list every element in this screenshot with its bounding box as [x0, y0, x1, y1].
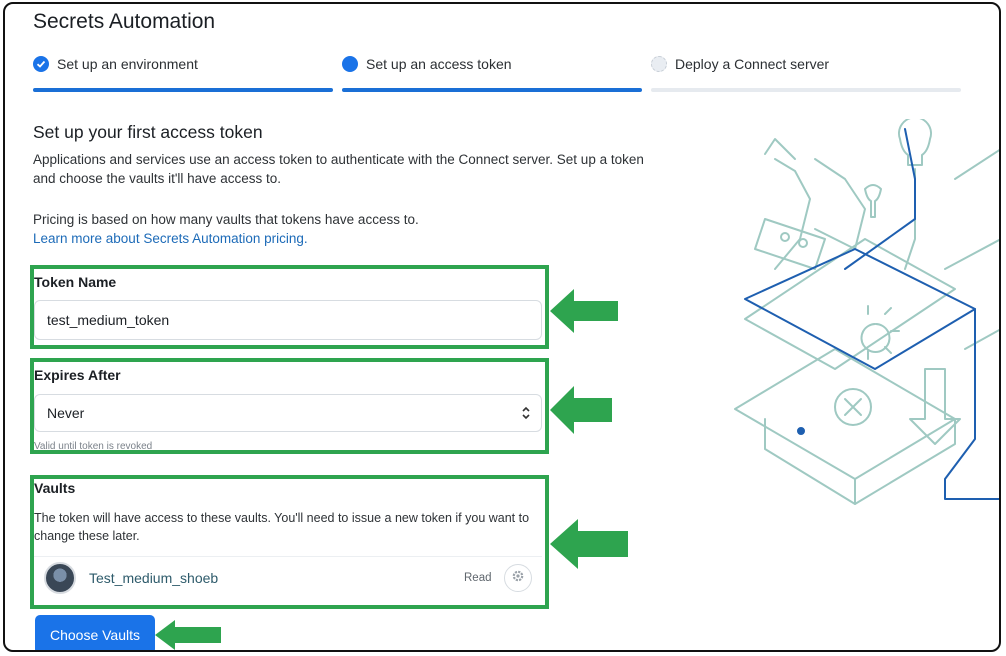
vault-settings-button[interactable]: [504, 564, 532, 592]
pending-step-icon: [651, 56, 667, 72]
vaults-label: Vaults: [34, 480, 76, 496]
step-progress-bar: [33, 88, 333, 92]
token-name-input[interactable]: test_medium_token: [34, 300, 542, 340]
gear-icon: [511, 569, 525, 588]
token-name-label: Token Name: [34, 274, 117, 290]
app-frame: Secrets Automation Set up an environment…: [3, 2, 1001, 652]
step-access-token[interactable]: Set up an access token: [342, 54, 644, 94]
expires-after-select[interactable]: Never: [34, 394, 542, 432]
select-arrows-icon: [521, 405, 531, 424]
vault-list-item[interactable]: Test_medium_shoeb Read: [34, 556, 542, 599]
expires-after-label: Expires After: [34, 367, 121, 383]
pricing-link[interactable]: Learn more about Secrets Automation pric…: [33, 231, 308, 246]
pricing-text: Pricing is based on how many vaults that…: [33, 212, 419, 246]
choose-vaults-button[interactable]: Choose Vaults: [35, 615, 155, 650]
active-step-icon: [342, 56, 358, 72]
page-title: Secrets Automation: [33, 10, 216, 33]
annotation-arrow-icon: [550, 386, 612, 434]
section-heading: Set up your first access token: [33, 122, 263, 142]
connect-illustration: [734, 119, 999, 505]
step-label: Deploy a Connect server: [675, 56, 830, 72]
check-icon: [33, 56, 49, 72]
step-environment[interactable]: Set up an environment: [33, 54, 335, 94]
expires-hint: Valid until token is revoked: [34, 441, 153, 452]
vault-permission: Read: [464, 572, 492, 584]
step-progress-bar: [651, 88, 961, 92]
intro-text: Applications and services use an access …: [33, 152, 644, 186]
step-progress-bar: [342, 88, 642, 92]
annotation-arrow-icon: [155, 620, 221, 650]
vaults-description: The token will have access to these vaul…: [34, 511, 530, 543]
step-label: Set up an access token: [366, 56, 512, 72]
step-label: Set up an environment: [57, 56, 198, 72]
vault-avatar: [44, 562, 76, 594]
vault-name: Test_medium_shoeb: [89, 570, 219, 586]
step-connect-server[interactable]: Deploy a Connect server: [651, 54, 963, 94]
annotation-arrow-icon: [550, 519, 628, 569]
annotation-arrow-icon: [550, 289, 618, 333]
